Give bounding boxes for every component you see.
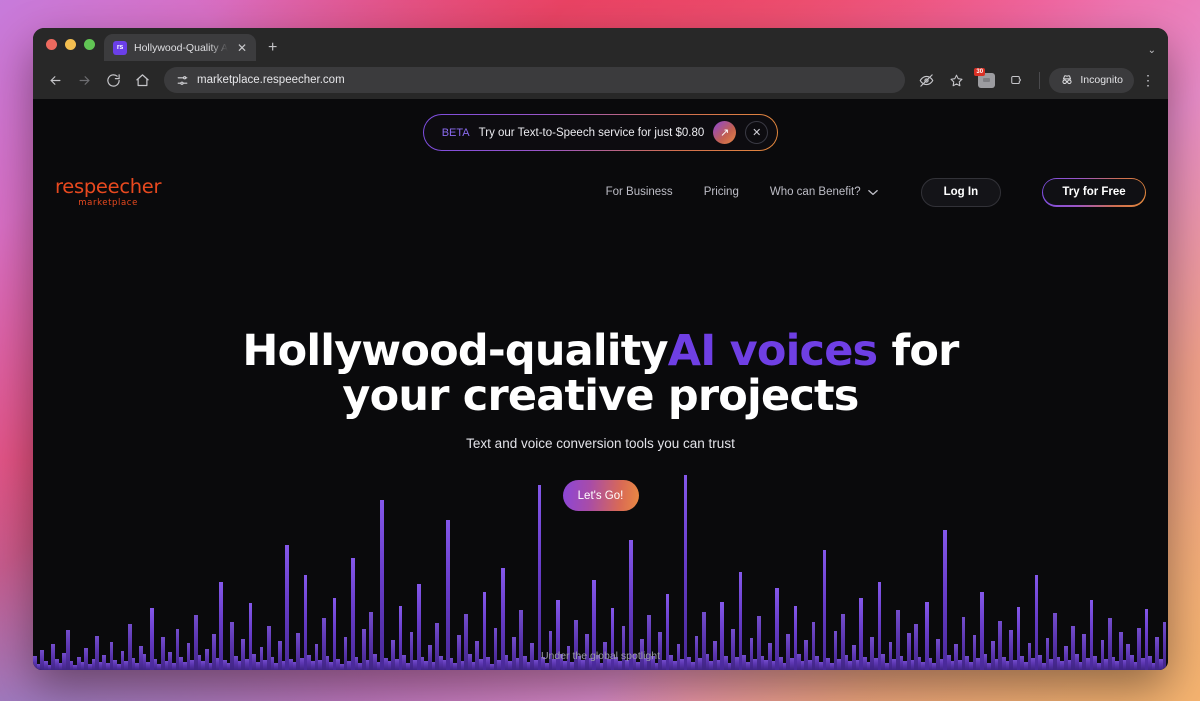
headline-highlight: AI voices	[667, 326, 878, 376]
hero-section: Hollywood-qualityAI voices for your crea…	[33, 326, 1168, 512]
extensions-puzzle-icon[interactable]	[1003, 67, 1030, 94]
extension-badge-count: 30	[974, 67, 986, 76]
beta-tag: BETA	[441, 126, 470, 139]
close-tab-icon[interactable]: ✕	[235, 40, 249, 56]
logo-subtitle: marketplace	[78, 197, 138, 208]
toolbar-divider	[1039, 71, 1041, 89]
back-button[interactable]	[42, 67, 69, 94]
headline-part-1: Hollywood-quality	[242, 326, 668, 376]
browser-toolbar: marketplace.respeecher.com 30 Incognito	[33, 61, 1168, 99]
nav-item-who-can-benefit[interactable]: Who can Benefit?	[770, 186, 878, 198]
press-caption: Under the global spotlight	[540, 650, 661, 662]
nav-item-label: For Business	[605, 186, 673, 198]
chevron-down-icon	[867, 189, 878, 196]
log-in-button[interactable]: Log In	[920, 177, 1002, 207]
headline-part-2: for	[877, 326, 960, 376]
tab-title: Hollywood-Quality AI Voice C	[134, 41, 228, 54]
logo-wordmark: respeecher	[55, 175, 162, 198]
browser-window: rs Hollywood-Quality AI Voice C ✕ + ⌄ ma…	[33, 28, 1168, 670]
forward-button[interactable]	[71, 67, 98, 94]
incognito-label: Incognito	[1080, 74, 1123, 86]
nav-item-label: Who can Benefit?	[769, 186, 861, 198]
address-bar[interactable]: marketplace.respeecher.com	[164, 67, 906, 93]
tab-search-chevron-down-icon[interactable]: ⌄	[1148, 45, 1156, 56]
lets-go-label: Let's Go!	[577, 489, 624, 502]
url-text[interactable]: marketplace.respeecher.com	[197, 74, 345, 86]
try-for-free-label: Try for Free	[1062, 186, 1126, 198]
bookmark-star-icon[interactable]	[943, 67, 970, 94]
headline-line-2: your creative projects	[342, 371, 859, 422]
try-for-free-button[interactable]: Try for Free	[1042, 177, 1146, 207]
close-window-button[interactable]	[46, 39, 57, 50]
log-in-label: Log In	[943, 186, 979, 198]
toolbar-right-actions: 30 Incognito ⋮	[913, 67, 1159, 94]
tracking-protection-icon[interactable]	[913, 67, 940, 94]
beta-banner[interactable]: BETA Try our Text-to-Speech service for …	[422, 114, 779, 151]
close-banner-icon[interactable]: ✕	[745, 121, 769, 144]
beta-arrow-icon[interactable]: ↗	[713, 121, 737, 144]
browser-menu-kebab-icon[interactable]: ⋮	[1137, 73, 1159, 87]
site-settings-icon[interactable]	[176, 74, 189, 87]
hero-subtitle: Text and voice conversion tools you can …	[466, 436, 735, 452]
tabstrip-right-controls: ⌄	[1148, 45, 1168, 61]
incognito-indicator[interactable]: Incognito	[1049, 67, 1134, 93]
home-button[interactable]	[129, 67, 156, 94]
beta-banner-text: Try our Text-to-Speech service for just …	[478, 126, 705, 139]
browser-tab[interactable]: rs Hollywood-Quality AI Voice C ✕	[104, 34, 256, 61]
nav-item-pricing[interactable]: Pricing	[704, 186, 739, 198]
nav-item-for-business[interactable]: For Business	[606, 186, 673, 198]
maximize-window-button[interactable]	[84, 39, 95, 50]
respeecher-logo[interactable]: respeecher marketplace	[55, 175, 162, 208]
extension-glyph: 30	[974, 67, 996, 88]
page-viewport: BETA Try our Text-to-Speech service for …	[33, 99, 1168, 670]
nav-item-label: Pricing	[703, 186, 739, 198]
respeecher-favicon: rs	[113, 40, 127, 55]
page-title: Hollywood-qualityAI voices for your crea…	[33, 326, 1168, 422]
site-header: respeecher marketplace For Business Pric…	[33, 163, 1168, 221]
lets-go-button[interactable]: Let's Go!	[562, 480, 639, 512]
window-controls	[44, 28, 104, 61]
beta-banner-wrap: BETA Try our Text-to-Speech service for …	[33, 114, 1168, 151]
minimize-window-button[interactable]	[65, 39, 76, 50]
reload-button[interactable]	[100, 67, 127, 94]
main-navigation: For Business Pricing Who can Benefit? Lo…	[606, 177, 1146, 207]
extension-icon[interactable]: 30	[973, 67, 1000, 94]
new-tab-button[interactable]: +	[268, 40, 277, 56]
tab-strip: rs Hollywood-Quality AI Voice C ✕ + ⌄	[33, 28, 1168, 61]
